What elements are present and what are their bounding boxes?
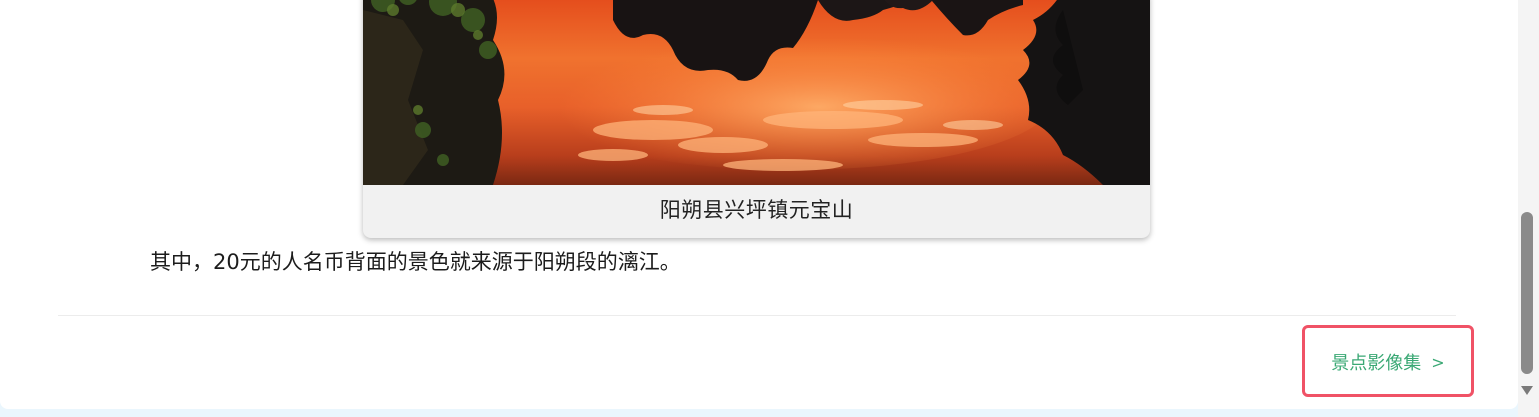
next-page-link[interactable]: 景点影像集 > [1302, 325, 1474, 397]
section-divider [58, 315, 1456, 316]
scenery-photo[interactable] [363, 0, 1150, 185]
scrollbar-thumb[interactable] [1521, 212, 1533, 374]
next-page-label[interactable]: 景点影像集 [1331, 349, 1421, 375]
next-page-link-content[interactable]: 景点影像集 > [1331, 349, 1444, 375]
image-figure: 阳朔县兴坪镇元宝山 [363, 0, 1150, 238]
chevron-right-icon: > [1431, 352, 1445, 372]
image-caption: 阳朔县兴坪镇元宝山 [659, 198, 854, 222]
scroll-down-arrow-icon[interactable] [1521, 386, 1533, 395]
vertical-scrollbar[interactable] [1518, 0, 1539, 417]
article-paragraph: 其中，20元的人名币背面的景色就来源于阳朔段的漓江。 [150, 250, 681, 274]
content-page: 阳朔县兴坪镇元宝山 其中，20元的人名币背面的景色就来源于阳朔段的漓江。 景点影… [0, 0, 1518, 409]
